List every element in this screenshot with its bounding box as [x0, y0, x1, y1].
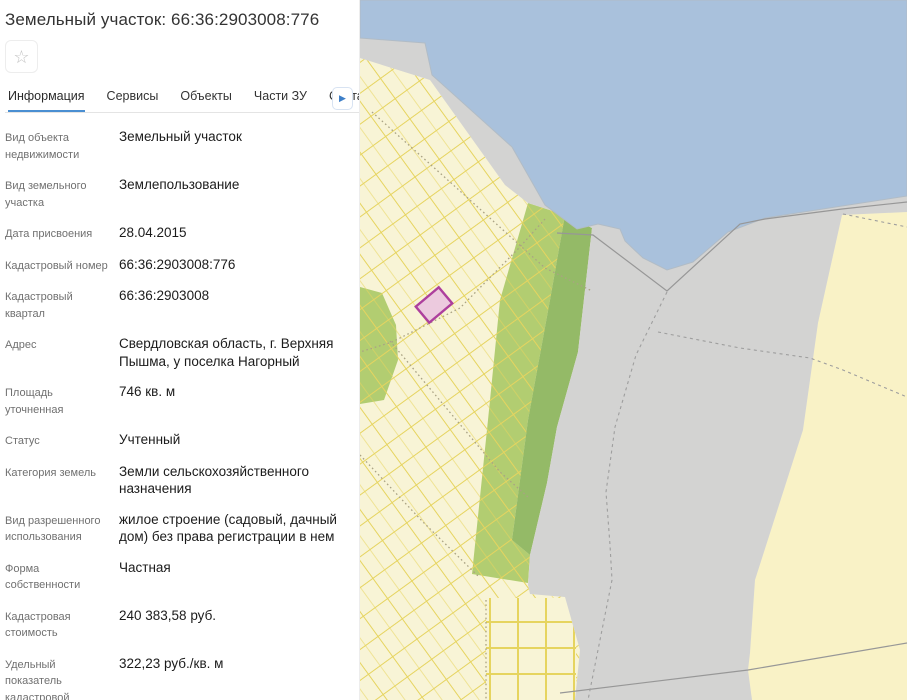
- map-parcel-grid-vertical: [486, 598, 576, 700]
- field-object-kind: Вид объекта недвижимости Земельный участ…: [5, 128, 355, 163]
- field-value: 322,23 руб./кв. м: [119, 655, 349, 700]
- tab-objects[interactable]: Объекты: [180, 86, 232, 112]
- tabs-scroll-right-button[interactable]: ▶: [332, 87, 353, 110]
- field-specific-value: Удельный показатель кадастровой стоимост…: [5, 655, 355, 700]
- field-value: Земельный участок: [119, 128, 349, 163]
- star-icon: ☆: [13, 47, 29, 67]
- attributes-list: Вид объекта недвижимости Земельный участ…: [5, 128, 359, 700]
- info-panel: Земельный участок: 66:36:2903008:776 ☆ И…: [0, 0, 360, 700]
- favorite-button[interactable]: ☆: [5, 40, 38, 73]
- field-label: Категория земель: [5, 463, 113, 498]
- field-status: Статус Учтенный: [5, 431, 355, 450]
- field-label: Вид разрешенного использования: [5, 511, 113, 546]
- tab-bar: Информация Сервисы Объекты Части ЗУ Сост…: [5, 86, 359, 113]
- field-value: Учтенный: [119, 431, 349, 450]
- field-value: Землепользование: [119, 176, 349, 211]
- field-value: Земли сельскохозяйственного назначения: [119, 463, 349, 498]
- page-title: Земельный участок: 66:36:2903008:776: [5, 10, 359, 30]
- field-value: Частная: [119, 559, 349, 594]
- field-label: Адрес: [5, 335, 113, 370]
- tab-services[interactable]: Сервисы: [107, 86, 159, 112]
- field-label: Площадь уточненная: [5, 383, 113, 418]
- field-label: Вид земельного участка: [5, 176, 113, 211]
- field-value: жилое строение (садовый, дачный дом) без…: [119, 511, 349, 546]
- field-assign-date: Дата присвоения 28.04.2015: [5, 224, 355, 243]
- field-value: 746 кв. м: [119, 383, 349, 418]
- field-label: Кадастровый квартал: [5, 287, 113, 322]
- field-label: Дата присвоения: [5, 224, 113, 243]
- field-value: 66:36:2903008:776: [119, 256, 349, 275]
- field-cadastral-value: Кадастровая стоимость 240 383,58 руб.: [5, 607, 355, 642]
- field-land-category: Категория земель Земли сельскохозяйствен…: [5, 463, 355, 498]
- field-cadastral-quarter: Кадастровый квартал 66:36:2903008: [5, 287, 355, 322]
- field-value: 28.04.2015: [119, 224, 349, 243]
- field-parcel-kind: Вид земельного участка Землепользование: [5, 176, 355, 211]
- field-cadastral-number: Кадастровый номер 66:36:2903008:776: [5, 256, 355, 275]
- field-label: Вид объекта недвижимости: [5, 128, 113, 163]
- field-label: Кадастровый номер: [5, 256, 113, 275]
- field-label: Форма собственности: [5, 559, 113, 594]
- field-label: Удельный показатель кадастровой стоимост…: [5, 655, 113, 700]
- field-address: Адрес Свердловская область, г. Верхняя П…: [5, 335, 355, 370]
- field-area: Площадь уточненная 746 кв. м: [5, 383, 355, 418]
- field-ownership-form: Форма собственности Частная: [5, 559, 355, 594]
- field-label: Статус: [5, 431, 113, 450]
- field-value: Свердловская область, г. Верхняя Пышма, …: [119, 335, 349, 370]
- field-label: Кадастровая стоимость: [5, 607, 113, 642]
- tab-parcel-parts[interactable]: Части ЗУ: [254, 86, 307, 112]
- cadastral-map[interactable]: [360, 0, 907, 700]
- tab-information[interactable]: Информация: [8, 86, 85, 112]
- chevron-right-icon: ▶: [339, 93, 346, 103]
- field-value: 66:36:2903008: [119, 287, 349, 322]
- field-value: 240 383,58 руб.: [119, 607, 349, 642]
- field-permitted-use: Вид разрешенного использования жилое стр…: [5, 511, 355, 546]
